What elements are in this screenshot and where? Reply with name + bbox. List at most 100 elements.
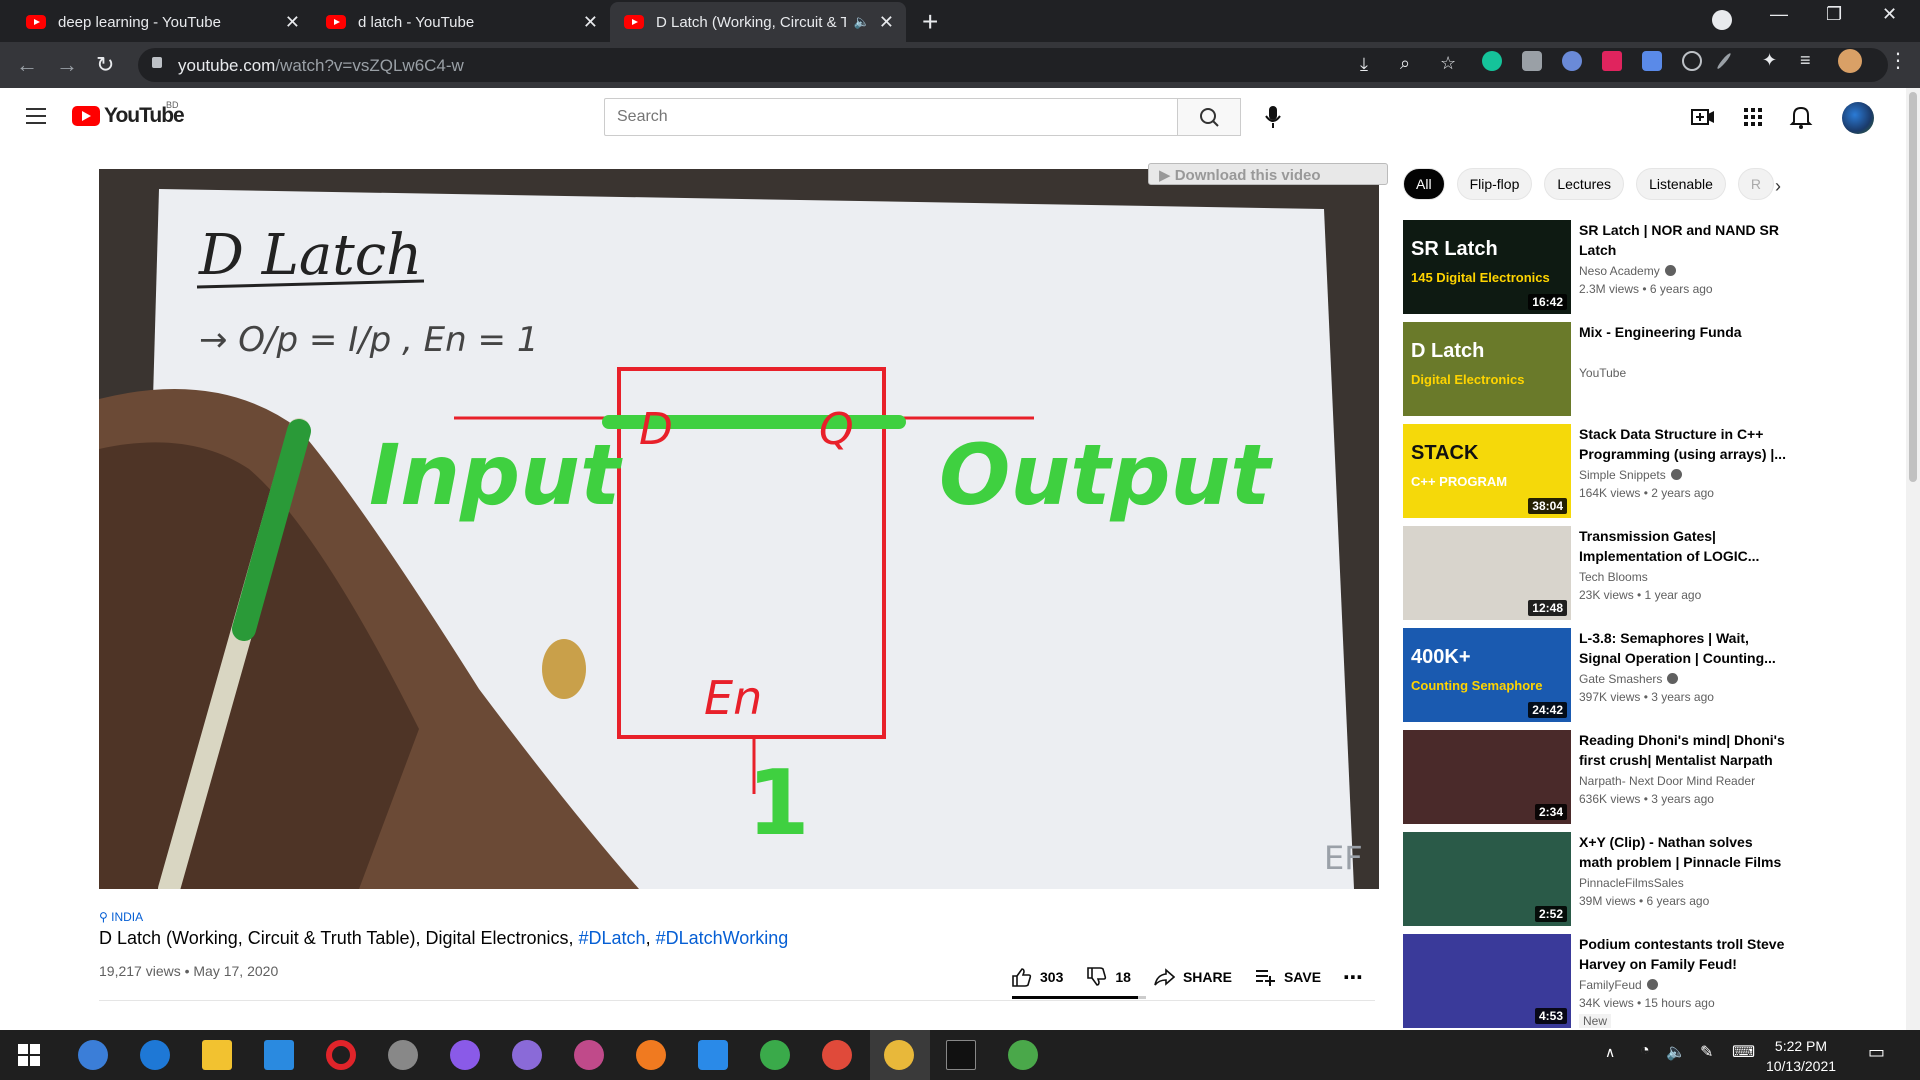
browser-tab-active[interactable]: D Latch (Working, Circuit & T 🔈 ✕ [610,2,906,42]
camera-extension-icon[interactable] [1522,51,1542,71]
terminal-icon[interactable] [946,1040,976,1070]
notifications-button[interactable] [1788,104,1814,130]
recommendation-item[interactable]: SR Latch 145 Digital Electronics 16:42 SR L… [1403,220,1893,322]
profile-avatar[interactable] [1838,49,1862,73]
messenger-icon[interactable] [450,1040,480,1070]
chip-partial[interactable]: R [1737,168,1774,200]
recommendation-item[interactable]: 12:48 Transmission Gates| Implementation … [1403,526,1893,628]
video-thumbnail[interactable]: 2:52 [1403,832,1571,926]
zoom-icon[interactable]: ⌕ [1400,53,1410,74]
pen-icon[interactable]: ✎ [1700,1042,1713,1062]
windows-start-icon[interactable] [18,1044,40,1066]
page-scrollbar[interactable] [1906,88,1920,1030]
channel-name[interactable]: Gate Smashers [1579,672,1679,686]
close-tab-icon[interactable]: ✕ [879,12,894,33]
firefox-icon[interactable] [636,1040,666,1070]
recommendation-item[interactable]: 4:53 Podium contestants troll Steve Harve… [1403,934,1893,1036]
app-icon[interactable] [388,1040,418,1070]
grammarly-extension-icon[interactable] [1482,51,1502,71]
hashtag-link[interactable]: #DLatch [579,928,646,948]
tray-chevron-icon[interactable]: ∧ [1605,1044,1615,1061]
volume-icon[interactable]: 🔈 [1666,1042,1686,1062]
account-avatar[interactable] [1842,102,1874,134]
chip-listenable[interactable]: Listenable [1636,168,1726,200]
close-tab-icon[interactable]: ✕ [583,12,598,33]
audio-playing-icon[interactable]: 🔈 [854,14,870,30]
forward-icon[interactable]: → [56,52,78,78]
download-extension-icon[interactable] [1642,51,1662,71]
recommendation-title[interactable]: SR Latch | NOR and NAND SR Latch [1579,220,1789,260]
chevron-right-icon[interactable]: › [1775,176,1781,197]
omnibox[interactable]: youtube.com/watch?v=vsZQLw6C4-w ⤓ ⌕ ☆ [138,48,1888,82]
bookmark-star-icon[interactable]: ☆ [1440,53,1456,74]
hamburger-menu-icon[interactable] [26,108,46,124]
browser-tab[interactable]: deep learning - YouTube ✕ [12,2,312,42]
video-thumbnail[interactable]: 2:34 [1403,730,1571,824]
recommendation-title[interactable]: L-3.8: Semaphores | Wait, Signal Operati… [1579,628,1789,668]
opera-icon[interactable] [326,1040,356,1070]
new-tab-button[interactable]: + [922,6,938,38]
apps-button[interactable] [1740,104,1766,130]
recommendation-title[interactable]: Transmission Gates| Implementation of LO… [1579,526,1789,566]
recommendation-item[interactable]: 400K+ Counting Semaphore 24:42 L-3.8: Semap… [1403,628,1893,730]
channel-name[interactable]: Simple Snippets [1579,468,1682,482]
recommendation-title[interactable]: X+Y (Clip) - Nathan solves math problem … [1579,832,1789,872]
extension-icon[interactable] [1682,51,1702,71]
video-thumbnail[interactable]: 12:48 [1403,526,1571,620]
restore-icon[interactable]: ❐ [1826,4,1842,25]
share-button[interactable]: SHARE [1153,966,1232,988]
close-window-icon[interactable]: ✕ [1882,4,1897,25]
video-player[interactable]: D Latch → O/p = I/p , En = 1 D Q En Inpu… [99,169,1379,889]
voice-search-button[interactable] [1258,102,1288,132]
player-extension-icon[interactable] [1602,51,1622,71]
create-video-button[interactable] [1690,104,1716,130]
mail-icon[interactable] [264,1040,294,1070]
browser-tab[interactable]: d latch - YouTube ✕ [312,2,610,42]
channel-name[interactable]: YouTube [1579,366,1626,380]
file-explorer-icon[interactable] [202,1040,232,1070]
recommendation-item[interactable]: D Latch Digital Electronics Mix - Engineer… [1403,322,1893,424]
channel-name[interactable]: Narpath- Next Door Mind Reader [1579,774,1755,788]
youtube-logo-icon[interactable] [72,106,100,126]
video-thumbnail[interactable]: STACK C++ PROGRAM 38:04 [1403,424,1571,518]
scrollbar-thumb[interactable] [1909,92,1917,482]
system-clock[interactable]: 5:22 PM 10/13/2021 [1758,1036,1844,1076]
chip-lectures[interactable]: Lectures [1544,168,1625,200]
qbittorrent-icon[interactable] [78,1040,108,1070]
install-icon[interactable]: ⤓ [1360,54,1368,75]
like-button[interactable]: 303 [1010,966,1063,988]
extension-icon[interactable] [1562,51,1582,71]
location-tag[interactable]: ⚲ INDIA [99,910,143,924]
channel-name[interactable]: PinnacleFilmsSales [1579,876,1684,890]
notification-center-icon[interactable]: ▭ [1868,1042,1885,1063]
puzzle-extensions-icon[interactable]: ✦ [1762,50,1777,71]
hashtag-link[interactable]: #DLatchWorking [656,928,789,948]
vscode-icon[interactable] [698,1040,728,1070]
chip-all[interactable]: All [1403,168,1445,200]
dislike-button[interactable]: 18 [1085,966,1131,988]
recommendation-item[interactable]: 2:34 Reading Dhoni's mind| Dhoni's first … [1403,730,1893,832]
chrome-active-icon[interactable] [884,1040,914,1070]
network-icon[interactable]: ◔ [1640,1042,1650,1060]
tab-search-icon[interactable] [1712,10,1732,30]
reload-icon[interactable]: ↻ [96,52,114,78]
download-video-button[interactable]: ▶ Download this video [1148,163,1388,185]
app-icon[interactable] [574,1040,604,1070]
video-thumbnail[interactable]: 400K+ Counting Semaphore 24:42 [1403,628,1571,722]
close-tab-icon[interactable]: ✕ [285,12,300,33]
video-thumbnail[interactable]: 4:53 [1403,934,1571,1028]
minimize-icon[interactable]: — [1770,4,1788,25]
channel-name[interactable]: Tech Blooms [1579,570,1648,584]
media-control-icon[interactable]: ≡ [1800,50,1811,71]
chrome-icon[interactable] [822,1040,852,1070]
search-input[interactable] [604,98,1178,136]
save-button[interactable]: SAVE [1254,966,1321,988]
keyboard-icon[interactable]: ⌨ [1732,1042,1755,1062]
recommendation-title[interactable]: Mix - Engineering Funda [1579,322,1789,342]
video-thumbnail[interactable]: SR Latch 145 Digital Electronics 16:42 [1403,220,1571,314]
chrome-profile-icon[interactable] [1008,1040,1038,1070]
video-thumbnail[interactable]: D Latch Digital Electronics [1403,322,1571,416]
recommendation-item[interactable]: 2:52 X+Y (Clip) - Nathan solves math prob… [1403,832,1893,934]
channel-name[interactable]: Neso Academy [1579,264,1676,278]
app-icon[interactable] [760,1040,790,1070]
